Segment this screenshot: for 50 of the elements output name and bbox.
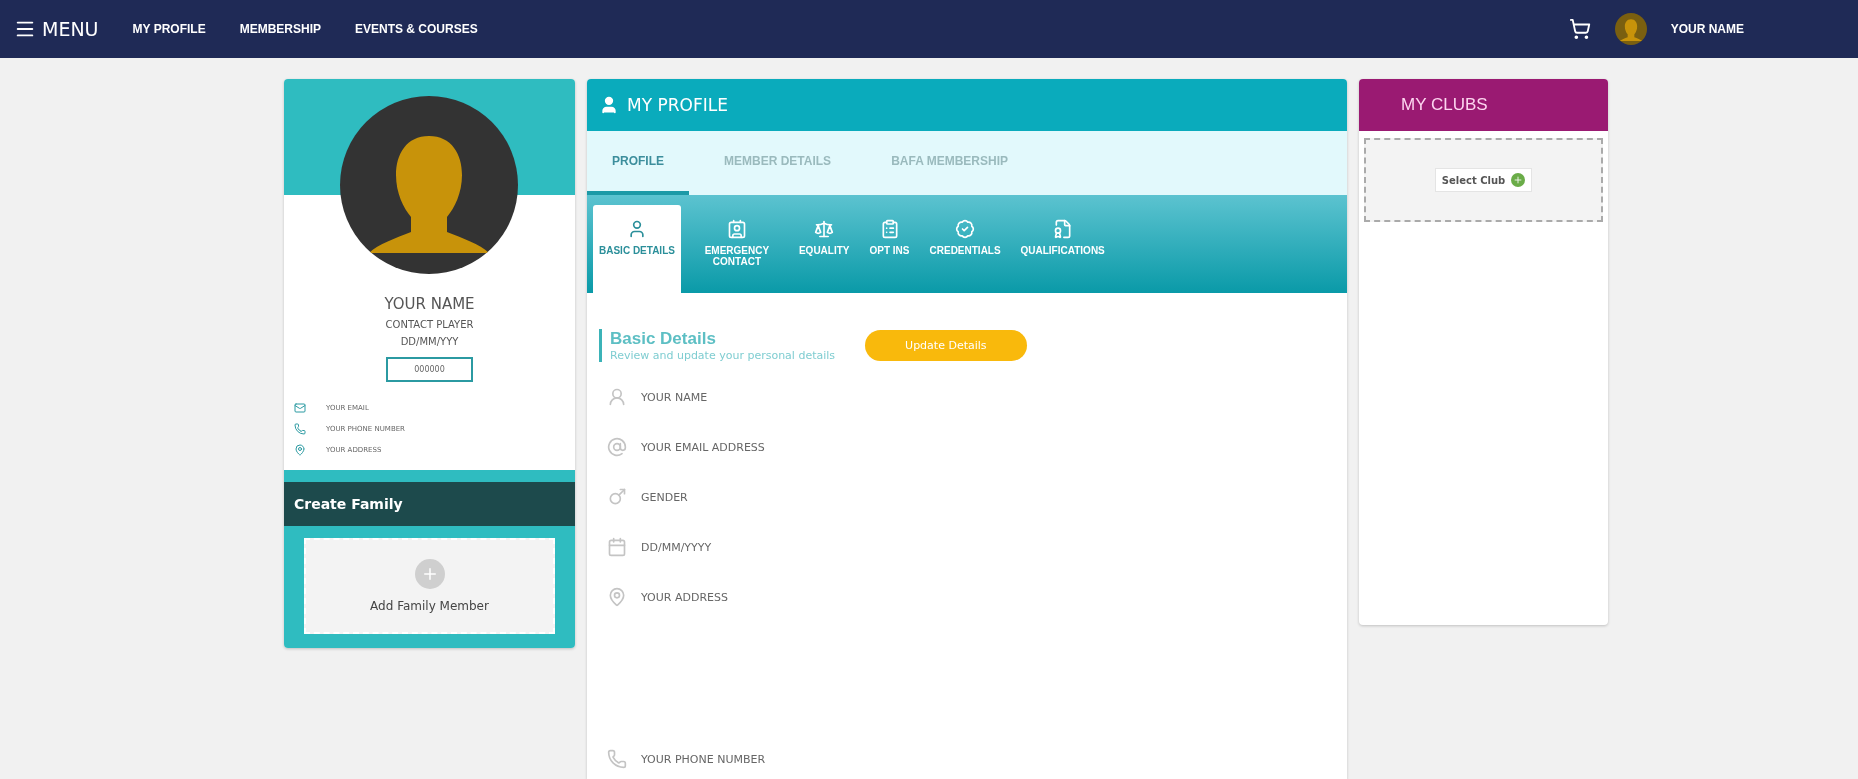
person-icon [599, 95, 619, 115]
scales-icon [814, 219, 835, 239]
select-club-button[interactable]: Select Club [1434, 168, 1533, 192]
nav-link[interactable]: MY PROFILE [132, 22, 206, 36]
user-name[interactable]: YOUR NAME [1670, 22, 1744, 36]
cart-icon[interactable] [1568, 18, 1591, 40]
create-family-header: Create Family [284, 482, 575, 526]
plus-icon [1511, 173, 1526, 187]
male-symbol-icon [607, 487, 627, 507]
member-id-box: 000000 [386, 357, 473, 382]
at-sign-icon [607, 437, 627, 457]
field-value: YOUR NAME [641, 390, 708, 404]
contact-card-icon [726, 219, 747, 239]
nav-link[interactable]: MEMBERSHIP [239, 22, 321, 36]
user-avatar[interactable] [1614, 13, 1647, 45]
profile-dob: DD/MM/YYY [400, 336, 459, 347]
profile-name: YOUR NAME [384, 295, 475, 313]
add-family-member-label: Add Family Member [370, 599, 489, 613]
section-title: Basic Details [610, 329, 717, 349]
field-value: YOUR ADDRESS [641, 590, 728, 604]
map-pin-icon [294, 444, 306, 456]
panel-title: MY PROFILE [627, 95, 728, 115]
phone-icon [607, 749, 627, 769]
person-icon [607, 387, 627, 407]
plus-icon [414, 559, 445, 589]
field-value: YOUR EMAIL ADDRESS [641, 440, 765, 454]
field-value: DD/MM/YYYY [641, 540, 712, 554]
menu-button[interactable]: MENU [14, 18, 99, 40]
calendar-icon [607, 537, 627, 557]
field-value: YOUR PHONE NUMBER [641, 752, 766, 766]
section-tab[interactable]: EMERGENCY CONTACT [688, 205, 785, 293]
certificate-icon [1052, 219, 1073, 239]
update-details-button[interactable]: Update Details [865, 330, 1027, 361]
badge-icon [955, 219, 976, 239]
mail-icon [294, 402, 306, 414]
section-tab[interactable]: BASIC DETAILS [593, 205, 681, 293]
field-value: GENDER [641, 490, 688, 504]
section-tab[interactable]: QUALIFICATIONS [1014, 205, 1111, 293]
profile-role: CONTACT PLAYER [385, 319, 474, 330]
profile-tab[interactable]: BAFA MEMBERSHIP [866, 131, 1034, 195]
nav-link[interactable]: EVENTS & COURSES [355, 22, 478, 36]
phone-icon [294, 423, 306, 435]
section-tab[interactable]: EQUALITY [792, 205, 856, 293]
add-family-member-button[interactable]: Add Family Member [304, 538, 555, 634]
map-pin-icon [607, 587, 627, 607]
clubs-title: MY CLUBS [1359, 79, 1608, 131]
section-subtitle: Review and update your personal details [610, 349, 836, 362]
profile-tab[interactable]: MEMBER DETAILS [699, 131, 857, 195]
section-tab[interactable]: OPT INS [863, 205, 916, 293]
section-tab[interactable]: CREDENTIALS [923, 205, 1007, 293]
